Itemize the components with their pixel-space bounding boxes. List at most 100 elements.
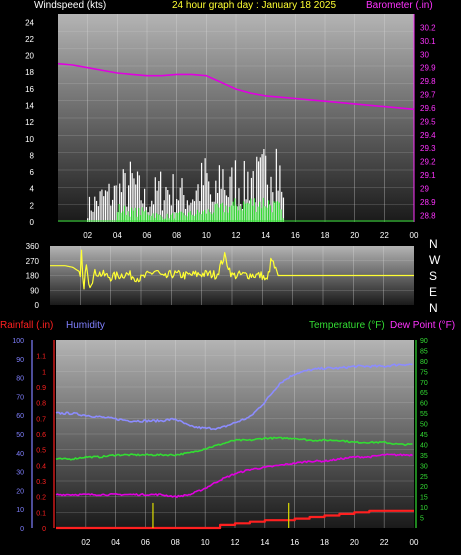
windspeed-tick-label: 20	[25, 52, 34, 61]
rainfall-tick-label: 1	[42, 369, 46, 376]
humidity-tick-label: 60	[16, 413, 24, 420]
climate-panel-x-tick-label: 06	[141, 538, 150, 547]
humidity-tick-label: 100	[12, 338, 24, 345]
temperature-tick-label: 45	[420, 432, 428, 439]
wind-panel-x-tick-label: 18	[321, 231, 330, 240]
temperature-tick-label: 30	[420, 463, 428, 470]
wind-panel-x-tick-label: 16	[291, 231, 300, 240]
barometer-tick-label: 30.2	[420, 23, 436, 32]
temperature-tick-label: 75	[420, 369, 428, 376]
windspeed-tick-label: 24	[25, 18, 34, 27]
windspeed-tick-label: 16	[25, 85, 34, 94]
wind-panel-x-tick-label: 00	[410, 231, 419, 240]
climate-panel-x-tick-label: 22	[380, 538, 389, 547]
barometer-tick-label: 30	[420, 50, 429, 59]
temperature-tick-label: 80	[420, 359, 428, 366]
wind-panel-x-tick-label: 02	[83, 231, 92, 240]
climate-panel-x-tick-label: 20	[350, 538, 359, 547]
temperature-tick-label: 60	[420, 401, 428, 408]
climate-panel-x-tick-label: 02	[81, 538, 90, 547]
windspeed-tick-label: 0	[30, 218, 35, 227]
rainfall-tick-label: 0	[42, 526, 46, 533]
rainfall-tick-label: 0.1	[36, 510, 46, 517]
barometer-tick-label: 28.8	[420, 211, 436, 220]
humidity-tick-label: 80	[16, 376, 24, 383]
wind-panel-x-tick-label: 08	[172, 231, 181, 240]
windspeed-tick-label: 8	[30, 151, 35, 160]
temperature-tick-label: 35	[420, 453, 428, 460]
wind-direction-panel: 0 90 180 270 360	[26, 242, 414, 310]
climate-panel-x-tick-label: 08	[171, 538, 180, 547]
humidity-tick-label: 30	[16, 470, 24, 477]
rainfall-tick-label: 0.4	[36, 463, 46, 470]
direction-tick-label: 180	[26, 272, 40, 281]
barometer-tick-label: 29.2	[420, 158, 436, 167]
rainfall-tick-label: 0.3	[36, 479, 46, 486]
climate-panel-x-tick-label: 12	[231, 538, 240, 547]
barometer-tick-label: 29.7	[420, 91, 436, 100]
temperature-tick-label: 65	[420, 390, 428, 397]
humidity-tick-label: 10	[16, 507, 24, 514]
climate-panel-x-tick-label: 00	[410, 538, 419, 547]
wind-panel-x-tick-label: 12	[232, 231, 241, 240]
humidity-tick-label: 0	[20, 526, 24, 533]
direction-tick-label: 360	[26, 242, 40, 251]
temperature-tick-label: 85	[420, 348, 428, 355]
barometer-tick-label: 30.1	[420, 37, 436, 46]
temperature-tick-label: 5	[420, 516, 424, 523]
temperature-tick-label: 15	[420, 495, 428, 502]
barometer-tick-label: 29.8	[420, 77, 436, 86]
humidity-tick-label: 70	[16, 394, 24, 401]
barometer-tick-label: 29.3	[420, 144, 436, 153]
windspeed-tick-label: 22	[25, 35, 34, 44]
temperature-tick-label: 90	[420, 338, 428, 345]
wind-barometer-panel: 02468101214161820222428.828.92929.129.22…	[25, 14, 436, 240]
barometer-tick-label: 29.5	[420, 117, 436, 126]
climate-panel-x-tick-label: 10	[201, 538, 210, 547]
rain-humidity-temperature-panel: 0 0.1 0.2 0.3 0.4 0.5 0.6 0.7 0.8 0.9 1 1.1 0 10 20 30 4…	[12, 338, 428, 547]
windspeed-tick-label: 10	[25, 135, 34, 144]
direction-tick-label: 270	[26, 257, 40, 266]
humidity-tick-label: 20	[16, 488, 24, 495]
humidity-tick-label: 90	[16, 357, 24, 364]
barometer-tick-label: 29.6	[420, 104, 436, 113]
wind-panel-x-tick-label: 20	[350, 231, 359, 240]
windspeed-tick-label: 4	[30, 185, 35, 194]
weather-chart-svg: 02468101214161820222428.828.92929.129.22…	[12, 14, 436, 547]
temperature-tick-label: 55	[420, 411, 428, 418]
barometer-tick-label: 29	[420, 184, 429, 193]
wind-panel-x-tick-label: 22	[380, 231, 389, 240]
rainfall-tick-label: 0.8	[36, 401, 46, 408]
temperature-tick-label: 50	[420, 422, 428, 429]
temperature-tick-label: 70	[420, 380, 428, 387]
rainfall-tick-label: 1.1	[36, 354, 46, 361]
climate-panel-x-tick-label: 18	[320, 538, 329, 547]
wind-panel-x-tick-label: 06	[143, 231, 152, 240]
climate-panel-x-tick-label: 14	[260, 538, 269, 547]
rainfall-tick-label: 0.6	[36, 432, 46, 439]
temperature-tick-label: 20	[420, 484, 428, 491]
windspeed-tick-label: 12	[25, 118, 34, 127]
windspeed-tick-label: 18	[25, 68, 34, 77]
humidity-tick-label: 40	[16, 451, 24, 458]
direction-tick-label: 90	[30, 286, 39, 295]
temperature-tick-label: 10	[420, 505, 428, 512]
windspeed-tick-label: 2	[30, 201, 35, 210]
temperature-tick-label: 25	[420, 474, 428, 481]
rainfall-tick-label: 0.7	[36, 416, 46, 423]
barometer-tick-label: 29.4	[420, 131, 436, 140]
windspeed-tick-label: 6	[30, 168, 35, 177]
wind-panel-x-tick-label: 14	[261, 231, 270, 240]
direction-tick-label: 0	[35, 301, 40, 310]
barometer-tick-label: 28.9	[420, 198, 436, 207]
barometer-tick-label: 29.9	[420, 64, 436, 73]
temperature-tick-label: 40	[420, 442, 428, 449]
rainfall-tick-label: 0.2	[36, 495, 46, 502]
weather-graph-page: Windspeed (kts) 24 hour graph day : Janu…	[0, 0, 461, 555]
climate-panel-x-tick-label: 04	[111, 538, 120, 547]
windspeed-tick-label: 14	[25, 102, 34, 111]
humidity-tick-label: 50	[16, 432, 24, 439]
rainfall-tick-label: 0.9	[36, 385, 46, 392]
wind-panel-x-tick-label: 04	[113, 231, 122, 240]
climate-panel-x-tick-label: 16	[290, 538, 299, 547]
